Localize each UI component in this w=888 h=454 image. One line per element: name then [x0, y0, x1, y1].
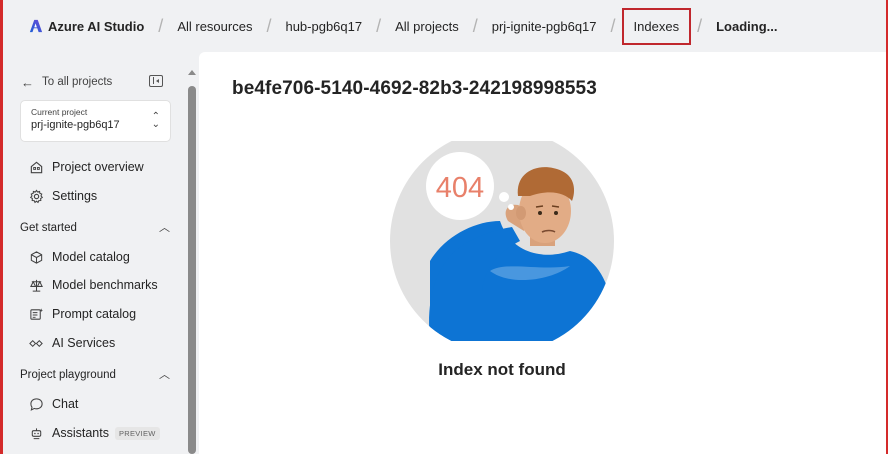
gear-icon: [28, 188, 44, 204]
sidebar-item-label: Chat: [52, 397, 79, 411]
breadcrumb-all-projects[interactable]: All projects: [395, 19, 459, 34]
breadcrumb-separator: /: [376, 15, 382, 36]
breadcrumb-hub[interactable]: hub-pgb6q17: [285, 19, 362, 34]
bot-icon: [28, 425, 44, 441]
home-icon: [28, 159, 44, 175]
breadcrumb-separator: /: [472, 15, 478, 36]
error-code-text: 404: [436, 172, 484, 204]
sidebar-item-label: Settings: [52, 189, 98, 203]
sidebar-item-label: Model benchmarks: [52, 278, 158, 292]
section-get-started[interactable]: Get started ︿: [20, 219, 170, 237]
sidebar-item-label: Project overview: [52, 160, 144, 174]
chevron-updown-icon: ⌃ ⌄: [151, 111, 160, 130]
breadcrumb-separator: /: [266, 15, 272, 36]
app-title[interactable]: Azure AI Studio: [48, 19, 144, 34]
chevron-up-icon[interactable]: ︿: [159, 366, 170, 382]
breadcrumb-indexes[interactable]: Indexes: [621, 7, 692, 45]
error-message: Index not found: [438, 360, 566, 379]
sidebar-item-label: AI Services: [52, 336, 116, 350]
scrollbar-thumb[interactable]: [188, 86, 196, 454]
sidebar-item-model-catalog[interactable]: Model catalog: [28, 246, 130, 268]
section-project-playground[interactable]: Project playground ︿: [20, 366, 170, 384]
sidebar-item-label: Prompt catalog: [52, 307, 137, 321]
breadcrumb-all-resources[interactable]: All resources: [177, 19, 252, 34]
chevron-up-icon[interactable]: ︿: [159, 219, 170, 235]
not-found-illustration-icon: 404: [390, 141, 614, 341]
breadcrumb-project[interactable]: prj-ignite-pgb6q17: [492, 19, 597, 34]
chat-icon: [28, 396, 44, 412]
sidebar-item-settings[interactable]: Settings: [28, 185, 97, 207]
top-bar: Azure AI Studio / All resources / hub-pg…: [3, 0, 886, 52]
sidebar-item-ai-services[interactable]: AI Services: [28, 332, 115, 354]
cube-icon: [28, 249, 44, 265]
project-selector-label: Current project: [31, 107, 88, 117]
project-selector[interactable]: Current project prj-ignite-pgb6q17 ⌃ ⌄: [20, 100, 171, 142]
link-icon: [28, 335, 44, 351]
project-selector-value: prj-ignite-pgb6q17: [31, 119, 120, 131]
sidebar-item-prompt-catalog[interactable]: Prompt catalog: [28, 303, 136, 325]
azure-ai-logo-icon[interactable]: [29, 19, 43, 33]
breadcrumb-separator: /: [697, 15, 703, 36]
sidebar-item-project-overview[interactable]: Project overview: [28, 156, 144, 178]
prompt-icon: [28, 306, 44, 322]
sidebar: ← To all projects Current project prj-ig…: [3, 52, 186, 454]
breadcrumb-current: Loading...: [716, 18, 778, 34]
scroll-up-arrow-icon[interactable]: [188, 70, 196, 75]
arrow-left-icon: ←: [21, 74, 34, 90]
section-title: Get started: [20, 222, 77, 234]
sidebar-item-label: Model catalog: [52, 250, 130, 264]
collapse-sidebar-icon[interactable]: [149, 75, 163, 87]
scale-icon: [28, 277, 44, 293]
main-content: be4fe706-5140-4692-82b3-242198998553 404…: [199, 52, 886, 454]
sidebar-item-model-benchmarks[interactable]: Model benchmarks: [28, 274, 158, 296]
section-title: Project playground: [20, 369, 116, 381]
back-label: To all projects: [42, 76, 113, 88]
sidebar-item-assistants[interactable]: Assistants PREVIEW: [28, 422, 160, 444]
back-to-projects-link[interactable]: ← To all projects: [21, 72, 171, 92]
preview-badge: PREVIEW: [114, 426, 160, 440]
sidebar-item-label: Assistants: [52, 426, 109, 440]
sidebar-scrollbar[interactable]: [186, 52, 198, 454]
page-title: be4fe706-5140-4692-82b3-242198998553: [232, 78, 597, 99]
breadcrumb-separator: /: [158, 15, 164, 36]
breadcrumb-separator: /: [610, 15, 616, 36]
sidebar-item-chat[interactable]: Chat: [28, 393, 78, 415]
